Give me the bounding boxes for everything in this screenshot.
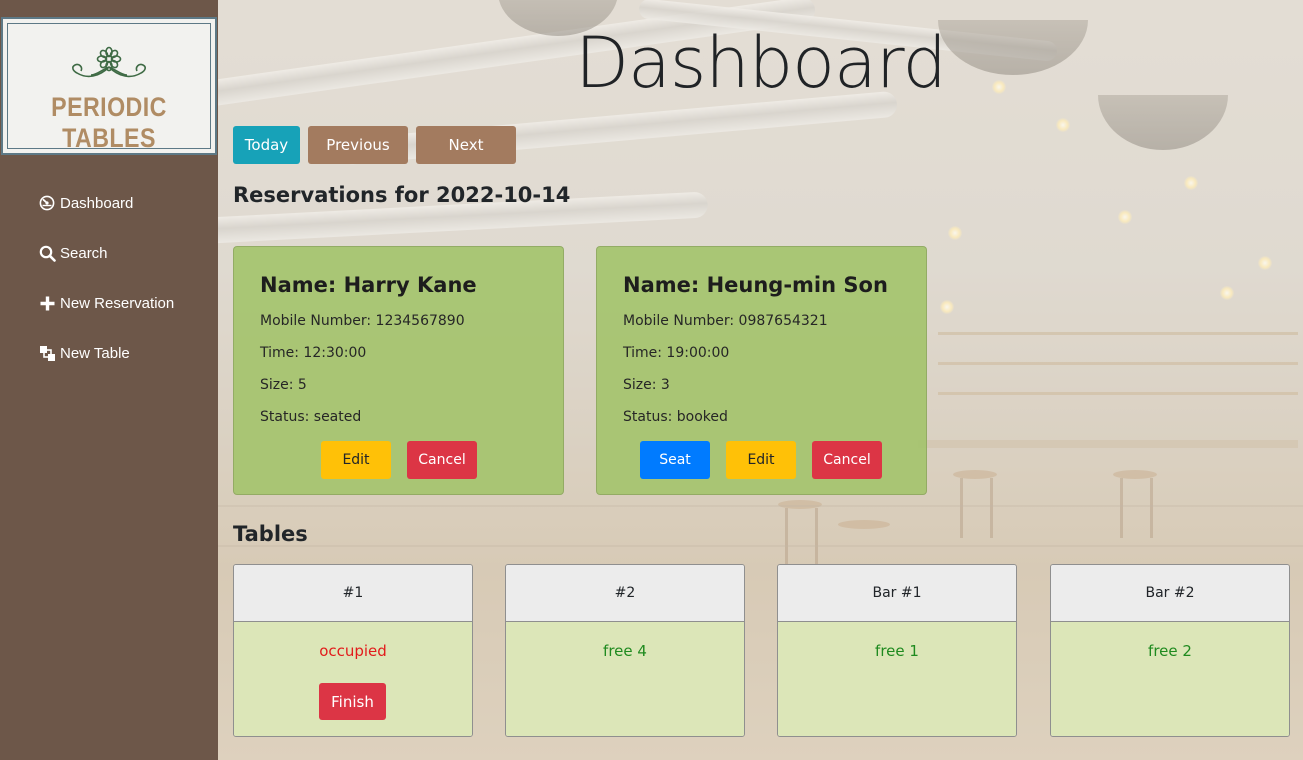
table-body: occupied Finish <box>234 622 472 736</box>
today-button[interactable]: Today <box>233 126 300 164</box>
search-icon <box>38 244 56 262</box>
reservation-mobile: Mobile Number: 1234567890 <box>260 313 465 329</box>
reservation-status: Status: seated <box>260 409 362 425</box>
seat-reservation-button[interactable]: Seat <box>640 441 710 479</box>
reservation-card: Name: Heung-min Son Mobile Number: 09876… <box>596 246 927 495</box>
table-body: free 2 <box>1051 622 1289 736</box>
sidebar-item-label: New Table <box>60 344 130 362</box>
app-logo[interactable]: PERIODIC TABLES <box>1 17 217 155</box>
reservation-time: Time: 19:00:00 <box>623 345 730 361</box>
reservation-name: Name: Harry Kane <box>260 273 477 297</box>
sidebar-item-new-table[interactable]: New Table <box>38 328 174 378</box>
sidebar-item-search[interactable]: Search <box>38 228 174 278</box>
page-title: Dashboard <box>575 22 947 104</box>
table-status: free 1 <box>875 642 919 660</box>
reservation-card: Name: Harry Kane Mobile Number: 12345678… <box>233 246 564 495</box>
sidebar-item-dashboard[interactable]: Dashboard <box>38 178 174 228</box>
reservation-size: Size: 3 <box>623 377 670 393</box>
table-card: Bar #1 free 1 <box>777 564 1017 737</box>
table-card: Bar #2 free 2 <box>1050 564 1290 737</box>
table-body: free 4 <box>506 622 744 736</box>
flower-icon <box>72 46 146 78</box>
app-name: PERIODIC TABLES <box>51 92 167 153</box>
next-button[interactable]: Next <box>416 126 516 164</box>
reservation-size: Size: 5 <box>260 377 307 393</box>
table-card: #1 occupied Finish <box>233 564 473 737</box>
sidebar-item-label: Search <box>60 244 108 262</box>
reservation-name: Name: Heung-min Son <box>623 273 888 297</box>
table-name: #1 <box>234 565 472 622</box>
previous-button[interactable]: Previous <box>308 126 408 164</box>
tables-heading: Tables <box>233 522 308 546</box>
table-status: free 4 <box>603 642 647 660</box>
reservations-heading: Reservations for 2022-10-14 <box>233 183 571 207</box>
plus-icon <box>38 294 56 312</box>
sidebar-nav: Dashboard Search New Reservation New Tab… <box>38 178 174 378</box>
table-icon <box>38 344 56 362</box>
sidebar-item-label: New Reservation <box>60 294 175 312</box>
table-name: Bar #1 <box>778 565 1016 622</box>
reservation-mobile: Mobile Number: 0987654321 <box>623 313 828 329</box>
cancel-reservation-button[interactable]: Cancel <box>407 441 477 479</box>
edit-reservation-button[interactable]: Edit <box>321 441 391 479</box>
reservation-time: Time: 12:30:00 <box>260 345 367 361</box>
sidebar-item-new-reservation[interactable]: New Reservation <box>38 278 174 328</box>
cancel-reservation-button[interactable]: Cancel <box>812 441 882 479</box>
finish-button[interactable]: Finish <box>319 683 386 720</box>
edit-reservation-button[interactable]: Edit <box>726 441 796 479</box>
table-name: Bar #2 <box>1051 565 1289 622</box>
dashboard-icon <box>38 194 56 212</box>
sidebar-item-label: Dashboard <box>60 194 134 212</box>
table-card: #2 free 4 <box>505 564 745 737</box>
sidebar: PERIODIC TABLES Dashboard Search New Res… <box>0 0 218 760</box>
table-name: #2 <box>506 565 744 622</box>
table-status: free 2 <box>1148 642 1192 660</box>
table-body: free 1 <box>778 622 1016 736</box>
reservation-status: Status: booked <box>623 409 728 425</box>
table-status: occupied <box>319 642 387 660</box>
